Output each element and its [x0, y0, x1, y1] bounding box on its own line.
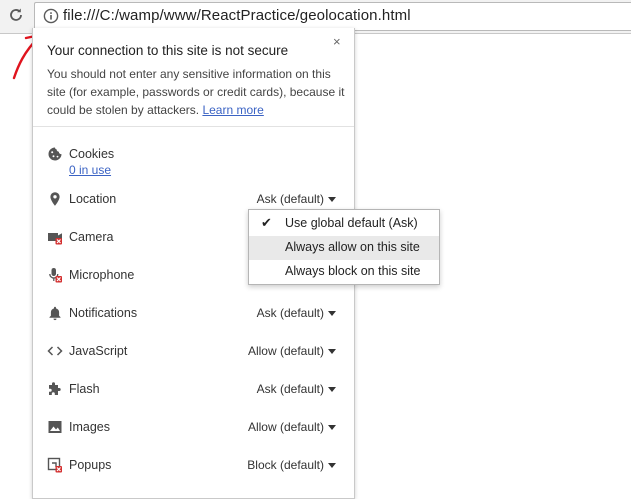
microphone-label: Microphone	[69, 268, 135, 282]
menu-item-always-allow[interactable]: Always allow on this site	[249, 236, 439, 260]
popups-label: Popups	[69, 458, 112, 472]
notifications-label: Notifications	[69, 306, 138, 320]
chevron-down-icon	[328, 348, 336, 354]
chevron-down-icon	[328, 310, 336, 316]
images-value: Allow (default)	[247, 420, 324, 434]
menu-item-use-global-default[interactable]: ✔ Use global default (Ask)	[249, 212, 439, 236]
location-dropdown-menu: ✔ Use global default (Ask) Always allow …	[248, 209, 440, 285]
bell-icon	[49, 306, 61, 321]
flash-value: Ask (default)	[256, 382, 324, 396]
notifications-select[interactable]: Ask (default)	[257, 306, 336, 320]
chevron-down-icon	[328, 196, 336, 202]
popups-select[interactable]: Block (default)	[247, 458, 336, 472]
location-value: Ask (default)	[256, 192, 324, 206]
popup-blocked-icon	[47, 457, 62, 473]
cookies-in-use-link[interactable]: 0 in use	[69, 163, 111, 177]
permission-row-images: Images Allow (default)	[33, 417, 354, 439]
permission-row-javascript: JavaScript Allow (default)	[33, 341, 354, 363]
url-text[interactable]: file:///C:/wamp/www/ReactPractice/geoloc…	[63, 7, 411, 24]
learn-more-link[interactable]: Learn more	[202, 103, 263, 117]
flash-label: Flash	[69, 382, 100, 396]
chevron-down-icon	[328, 386, 336, 392]
cookie-icon	[48, 147, 62, 161]
javascript-select[interactable]: Allow (default)	[248, 344, 336, 358]
chevron-down-icon	[328, 424, 336, 430]
javascript-label: JavaScript	[69, 344, 128, 358]
close-button[interactable]: ×	[333, 34, 341, 49]
checkmark-icon: ✔	[261, 215, 272, 230]
connection-description: You should not enter any sensitive infor…	[47, 65, 347, 119]
microphone-blocked-icon	[49, 268, 62, 283]
flash-select[interactable]: Ask (default)	[257, 382, 336, 396]
menu-item-always-block[interactable]: Always block on this site	[249, 260, 439, 284]
menu-item-label: Always allow on this site	[285, 240, 420, 254]
address-bar[interactable]: file:///C:/wamp/www/ReactPractice/geoloc…	[34, 2, 631, 31]
location-label: Location	[69, 192, 117, 206]
menu-item-label: Use global default (Ask)	[285, 216, 418, 230]
images-select[interactable]: Allow (default)	[248, 420, 336, 434]
location-select[interactable]: Ask (default)	[257, 192, 336, 206]
puzzle-piece-icon	[49, 382, 61, 395]
javascript-value: Allow (default)	[247, 344, 324, 358]
location-pin-icon	[50, 192, 60, 206]
cookies-label: Cookies	[69, 147, 115, 161]
popups-value: Block (default)	[247, 458, 324, 472]
permission-row-location: Location Ask (default)	[33, 189, 354, 211]
connection-description-text: You should not enter any sensitive infor…	[47, 67, 345, 117]
menu-item-label: Always block on this site	[285, 264, 421, 278]
permission-row-flash: Flash Ask (default)	[33, 379, 354, 401]
reload-icon	[10, 8, 22, 21]
permission-row-popups: Popups Block (default)	[33, 455, 354, 477]
camera-label: Camera	[69, 230, 114, 244]
connection-info-section: Your connection to this site is not secu…	[33, 28, 354, 127]
images-label: Images	[69, 420, 110, 434]
camera-blocked-icon	[48, 233, 62, 245]
image-icon	[48, 421, 62, 433]
notifications-value: Ask (default)	[256, 306, 324, 320]
code-icon	[47, 346, 63, 356]
connection-title: Your connection to this site is not secu…	[47, 43, 289, 58]
chevron-down-icon	[328, 462, 336, 468]
permission-row-notifications: Notifications Ask (default)	[33, 303, 354, 325]
